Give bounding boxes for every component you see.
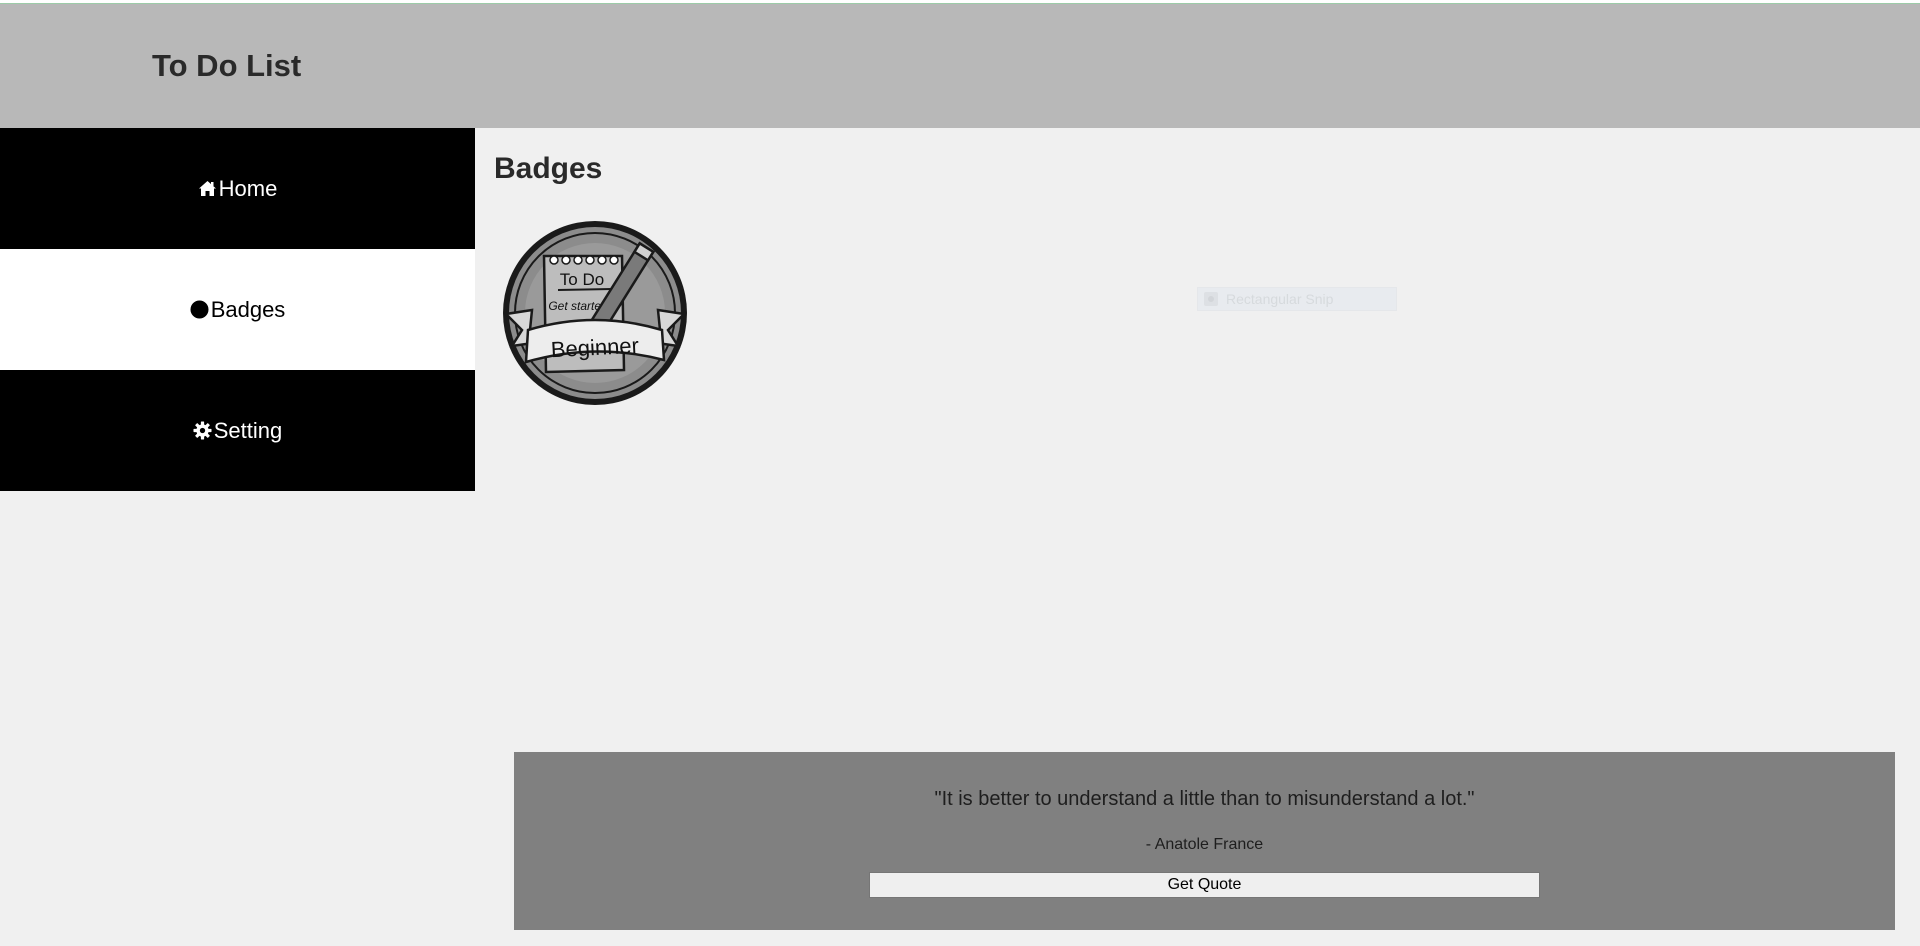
beginner-badge[interactable]: To Do Get started Beginner <box>502 220 688 406</box>
home-icon <box>198 179 218 199</box>
sidebar-nav: Home Badges Setting <box>0 128 475 491</box>
circle-icon <box>190 300 210 320</box>
sidebar-item-label: Setting <box>213 417 283 443</box>
sidebar-item-badges[interactable]: Badges <box>0 249 475 370</box>
sidebar-item-home[interactable]: Home <box>0 128 475 249</box>
get-quote-button[interactable]: Get Quote <box>869 872 1540 898</box>
page-title: Badges <box>494 152 603 185</box>
app-title: To Do List <box>152 48 302 83</box>
quote-text: "It is better to understand a little tha… <box>934 788 1475 810</box>
quote-author: - Anatole France <box>1145 836 1264 853</box>
sidebar-item-label: Badges <box>210 296 286 322</box>
quote-panel: "It is better to understand a little tha… <box>514 752 1895 930</box>
beginner-badge-image: To Do Get started Beginner <box>503 221 687 405</box>
app-header: To Do List <box>0 4 1920 128</box>
sidebar-item-setting[interactable]: Setting <box>0 370 475 491</box>
badge-line1: To Do <box>560 270 604 289</box>
sidebar-item-label: Home <box>218 175 278 201</box>
app-window: To Do List Home Badges Setting Badges To… <box>0 0 1920 946</box>
snip-icon <box>1204 292 1218 306</box>
gear-icon <box>193 421 213 441</box>
snip-label: Rectangular Snip <box>1226 291 1334 307</box>
rectangular-snip-overlay[interactable]: Rectangular Snip <box>1197 287 1397 311</box>
main-content: Badges To Do Get started Beginner Rectan… <box>475 128 1920 946</box>
badge-ribbon-text: Beginner <box>550 333 639 363</box>
